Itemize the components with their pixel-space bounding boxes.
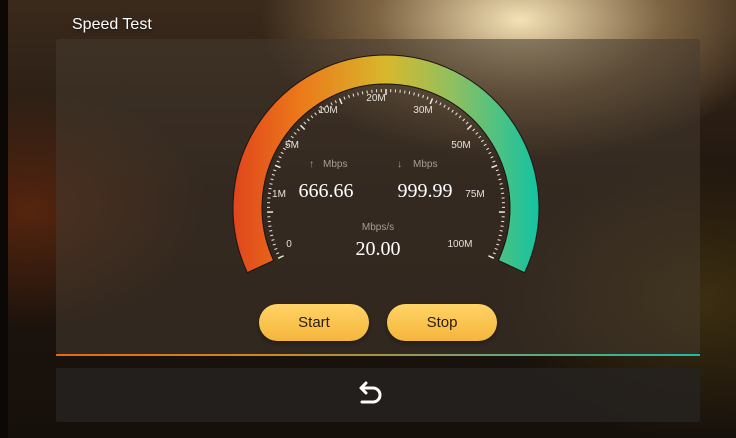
scale-label-10m: 10M	[318, 105, 337, 116]
scale-label-100m: 100M	[447, 239, 472, 250]
start-button[interactable]: Start	[259, 304, 369, 341]
download-unit-label: Mbps	[413, 159, 437, 170]
gauge-tick	[499, 183, 503, 185]
scale-label-5m: 5M	[285, 140, 299, 151]
gauge-tick	[343, 96, 346, 100]
scale-label-30m: 30M	[413, 105, 432, 116]
upload-arrow-icon: ↑	[309, 159, 314, 170]
gauge-tick	[491, 164, 498, 169]
gauge-tick	[499, 230, 503, 232]
gauge-tick	[466, 124, 473, 131]
gauge-tick	[465, 121, 469, 125]
gauge-tick	[443, 104, 446, 108]
rate-value: 20.00	[356, 238, 401, 260]
gauge-tick	[352, 93, 355, 97]
gauge-tick	[276, 160, 280, 163]
gauge-tick	[293, 132, 297, 135]
gauge-tick	[488, 255, 495, 259]
gauge-tick	[472, 128, 476, 132]
gauge-tick	[408, 91, 411, 95]
gauge-tick	[435, 100, 438, 104]
download-value: 999.99	[398, 180, 453, 202]
gauge-tick	[480, 139, 485, 143]
gauge-tick	[269, 230, 273, 232]
gauge-tick	[483, 143, 487, 147]
gauge-tick	[439, 102, 442, 106]
gauge-tick	[271, 173, 275, 176]
gauge-tick	[458, 115, 462, 119]
upload-value: 666.66	[299, 180, 354, 202]
stop-button[interactable]: Stop	[387, 304, 497, 341]
gauge-tick	[451, 109, 454, 113]
gauge-tick	[497, 173, 501, 176]
download-arrow-icon: ↓	[397, 159, 402, 170]
gauge-tick	[488, 151, 492, 155]
gauge-tick	[422, 94, 425, 99]
gauge-tick	[486, 147, 490, 151]
gauge-tick	[303, 121, 307, 125]
gauge-tick	[276, 252, 280, 255]
gauge-tick	[492, 160, 496, 163]
upload-unit-label: Mbps	[323, 159, 347, 170]
back-button[interactable]	[351, 376, 387, 412]
gauge-tick	[447, 107, 450, 111]
gauge-tick	[496, 243, 500, 246]
gauge-tick	[413, 92, 415, 96]
gauge-tick	[270, 234, 274, 237]
gauge-tick	[269, 183, 273, 185]
gauge-tick	[280, 151, 284, 155]
gauge-tick	[270, 178, 274, 181]
gauge-tick	[497, 239, 501, 241]
gauge-tick	[361, 91, 364, 95]
scale-label-50m: 50M	[451, 140, 470, 151]
gauge-tick	[490, 156, 494, 159]
gauge-tick	[334, 100, 337, 104]
gauge-tick	[338, 98, 343, 105]
gauge-tick	[273, 169, 277, 172]
gauge-tick	[495, 169, 499, 172]
gauge-tick	[277, 255, 284, 259]
gauge-tick	[475, 132, 479, 135]
rate-unit-label: Mbps/s	[362, 222, 394, 233]
gauge-tick	[478, 135, 482, 139]
gauge-tick	[417, 93, 420, 97]
gauge-tick	[271, 239, 275, 241]
gauge-tick	[314, 112, 317, 116]
gauge-tick	[455, 112, 458, 116]
gauge-tick	[306, 118, 310, 122]
scale-label-1m: 1M	[272, 189, 286, 200]
gauge-tick	[494, 247, 498, 250]
gauge-tick	[347, 94, 350, 99]
gauge-tick	[274, 164, 281, 169]
gauge-tick	[296, 128, 300, 132]
gauge-tick	[426, 96, 429, 100]
back-arrow-icon	[359, 381, 382, 404]
gauge-tick	[498, 234, 502, 237]
scale-label-20m: 20M	[366, 93, 385, 104]
scale-label-0: 0	[286, 239, 292, 250]
gauge-tick	[310, 115, 314, 119]
gauge-tick	[429, 98, 434, 105]
gauge-tick	[299, 124, 306, 131]
scale-label-75m: 75M	[465, 189, 484, 200]
gauge-tick	[290, 135, 294, 139]
gauge-tick	[462, 118, 466, 122]
gauge-tick	[357, 92, 359, 96]
gauge-tick	[272, 243, 276, 246]
divider	[56, 354, 700, 356]
gauge-tick	[278, 156, 282, 159]
gauge-tick	[492, 252, 496, 255]
gauge-tick	[498, 178, 502, 181]
gauge-tick	[274, 247, 278, 250]
